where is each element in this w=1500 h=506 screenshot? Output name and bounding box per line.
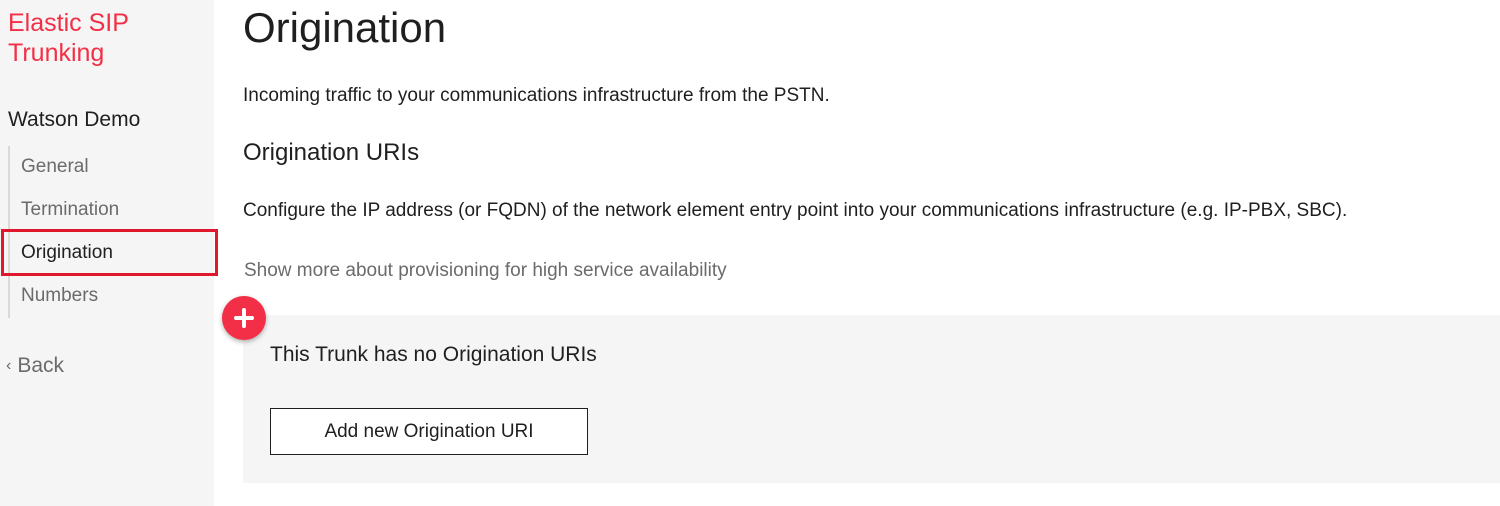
product-title[interactable]: Elastic SIP Trunking bbox=[8, 8, 208, 68]
sidebar: Elastic SIP Trunking Watson Demo General… bbox=[0, 0, 214, 506]
sidebar-item-numbers[interactable]: Numbers bbox=[21, 279, 98, 313]
chevron-left-icon: ‹ bbox=[6, 357, 12, 374]
back-label: Back bbox=[17, 354, 65, 377]
empty-state-panel: This Trunk has no Origination URIs Add n… bbox=[243, 315, 1500, 483]
sidebar-item-origination[interactable]: Origination bbox=[21, 236, 113, 270]
show-more-link[interactable]: Show more about provisioning for high se… bbox=[244, 258, 727, 284]
add-origination-uri-button[interactable]: Add new Origination URI bbox=[270, 408, 588, 455]
section-title: Origination URIs bbox=[243, 139, 420, 166]
page-intro: Incoming traffic to your communications … bbox=[243, 85, 830, 106]
empty-state-message: This Trunk has no Origination URIs bbox=[270, 343, 597, 366]
sidebar-nav: General Termination Origination Numbers bbox=[8, 146, 214, 318]
section-description: Configure the IP address (or FQDN) of th… bbox=[243, 200, 1348, 221]
add-plus-icon[interactable] bbox=[222, 296, 266, 340]
page-title: Origination bbox=[243, 4, 447, 51]
project-name: Watson Demo bbox=[8, 108, 141, 131]
main-content: Origination Incoming traffic to your com… bbox=[243, 0, 1500, 506]
sidebar-item-termination[interactable]: Termination bbox=[21, 193, 119, 227]
back-link[interactable]: ‹ Back bbox=[6, 351, 64, 381]
sidebar-item-general[interactable]: General bbox=[21, 150, 89, 184]
